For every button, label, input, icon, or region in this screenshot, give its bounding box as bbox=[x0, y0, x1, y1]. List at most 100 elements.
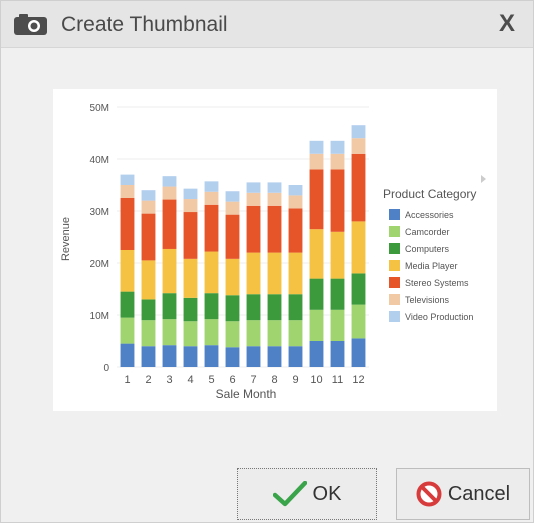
bar-segment bbox=[225, 201, 240, 215]
legend-label: Camcorder bbox=[405, 227, 450, 237]
bar-segment bbox=[120, 250, 135, 292]
bar-segment bbox=[120, 343, 135, 367]
bar-segment bbox=[330, 140, 345, 154]
bar-segment bbox=[351, 138, 366, 154]
bar-segment bbox=[309, 309, 324, 341]
bar-segment bbox=[288, 346, 303, 367]
bar-segment bbox=[267, 192, 282, 206]
ok-button[interactable]: OK bbox=[237, 468, 377, 520]
bar-segment bbox=[225, 258, 240, 296]
bar-segment bbox=[141, 213, 156, 261]
x-tick-label: 5 bbox=[208, 374, 214, 386]
bar-segment bbox=[204, 345, 219, 367]
legend-title: Product Category bbox=[383, 187, 476, 201]
bar-segment bbox=[204, 251, 219, 294]
legend-swatch bbox=[389, 311, 400, 322]
bar-segment bbox=[204, 293, 219, 320]
bar-segment bbox=[204, 204, 219, 252]
bar-segment bbox=[162, 199, 177, 249]
bar-segment bbox=[225, 347, 240, 367]
dialog-title: Create Thumbnail bbox=[61, 13, 228, 36]
bar-segment bbox=[246, 182, 261, 193]
legend-label: Video Production bbox=[405, 312, 473, 322]
stacked-bar-chart: 010M20M30M40M50M 1 2 3 4 5 6 7 8 9 10 11 12 Revenue… bbox=[60, 103, 486, 401]
legend-label: Computers bbox=[405, 244, 450, 254]
bar-segment bbox=[183, 188, 198, 200]
bar-segment bbox=[267, 205, 282, 253]
bar-segment bbox=[225, 321, 240, 348]
bar-segment bbox=[351, 304, 366, 339]
bar-segment bbox=[204, 319, 219, 346]
bar-segment bbox=[351, 338, 366, 367]
bar-segment bbox=[288, 320, 303, 347]
legend-swatch bbox=[389, 243, 400, 254]
bar-segment bbox=[120, 317, 135, 344]
bar-segment bbox=[183, 258, 198, 298]
legend-label: Televisions bbox=[405, 295, 450, 305]
bar-segment bbox=[330, 278, 345, 310]
bar-segment bbox=[246, 346, 261, 367]
y-tick-label: 40M bbox=[90, 155, 109, 166]
bar-segment bbox=[141, 200, 156, 214]
close-button[interactable]: X bbox=[493, 9, 521, 39]
bar-segment bbox=[309, 278, 324, 310]
bar-segment bbox=[267, 252, 282, 295]
bar-segment bbox=[120, 291, 135, 318]
y-tick-label: 0 bbox=[103, 363, 109, 374]
bar-segment bbox=[120, 185, 135, 198]
bar-segment bbox=[225, 295, 240, 322]
x-axis-label: Sale Month bbox=[216, 387, 277, 401]
bar-segment bbox=[309, 229, 324, 279]
x-tick-label: 10 bbox=[310, 374, 322, 386]
x-tick-label: 11 bbox=[332, 374, 343, 386]
x-tick-label: 4 bbox=[187, 374, 193, 386]
legend-label: Stereo Systems bbox=[405, 278, 469, 288]
bar-segment bbox=[204, 181, 219, 192]
bar-segment bbox=[162, 248, 177, 294]
bar-segment bbox=[288, 185, 303, 196]
y-tick-label: 20M bbox=[90, 259, 109, 270]
bar-segment bbox=[309, 140, 324, 154]
bar-segment bbox=[330, 309, 345, 341]
legend-swatch bbox=[389, 226, 400, 237]
legend-label: Media Player bbox=[405, 261, 458, 271]
bar-segment bbox=[246, 320, 261, 347]
bar-segment bbox=[183, 199, 198, 213]
bar-segment bbox=[120, 174, 135, 185]
bar-segment bbox=[183, 297, 198, 322]
bar-segment bbox=[267, 346, 282, 367]
bar-segment bbox=[246, 192, 261, 206]
bar-segment bbox=[267, 182, 282, 193]
title-bar: Create Thumbnail X bbox=[1, 1, 533, 48]
bar-segment bbox=[330, 153, 345, 170]
bar-segment bbox=[351, 153, 366, 222]
bar-segment bbox=[288, 195, 303, 209]
checkmark-icon bbox=[272, 481, 307, 507]
x-tick-label: 3 bbox=[166, 374, 172, 386]
bar-segment bbox=[288, 252, 303, 295]
bar-segment bbox=[225, 191, 240, 202]
bar-segment bbox=[225, 214, 240, 259]
bar-segment bbox=[267, 294, 282, 321]
bar-segment bbox=[183, 321, 198, 347]
bar-segment bbox=[330, 231, 345, 279]
bar-segment bbox=[141, 346, 156, 367]
bar-segment bbox=[288, 208, 303, 253]
bar-segment bbox=[162, 319, 177, 346]
bar-segment bbox=[162, 176, 177, 187]
x-tick-label: 6 bbox=[229, 374, 235, 386]
bar-segment bbox=[330, 169, 345, 232]
bar-segment bbox=[351, 221, 366, 274]
thumbnail-preview: 0 10M 20M 30M 40M 50M 1 2 3 4 5 6 7 8 9 10 11 12 Revenue… bbox=[53, 89, 497, 411]
x-tick-label: 7 bbox=[250, 374, 256, 386]
legend-swatch bbox=[389, 209, 400, 220]
y-tick-label: 30M bbox=[90, 207, 109, 218]
bar-segment bbox=[141, 320, 156, 347]
cancel-button[interactable]: Cancel bbox=[396, 468, 530, 520]
bar-segment bbox=[351, 273, 366, 305]
y-tick-label: 10M bbox=[90, 311, 109, 322]
legend-swatch bbox=[389, 277, 400, 288]
y-tick-label: 50M bbox=[90, 103, 109, 114]
bar-segment bbox=[141, 260, 156, 300]
x-tick-label: 2 bbox=[145, 374, 151, 386]
